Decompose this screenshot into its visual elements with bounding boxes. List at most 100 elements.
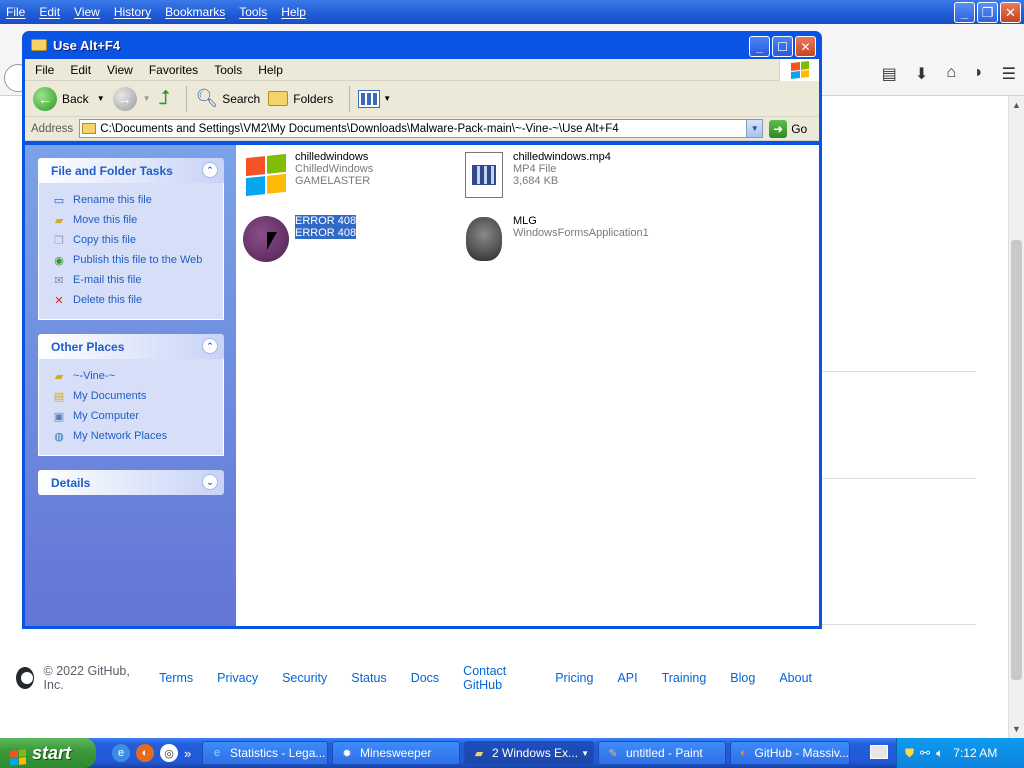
browser-restore-button[interactable]: ❐ xyxy=(977,2,998,23)
toolbar-separator xyxy=(349,85,351,112)
footer-link-terms[interactable]: Terms xyxy=(159,671,193,685)
folders-label: Folders xyxy=(293,91,334,106)
address-input[interactable]: C:\Documents and Settings\VM2\My Documen… xyxy=(79,119,764,138)
clock[interactable]: 7:12 AM xyxy=(953,746,997,760)
browser-menu-view[interactable]: View xyxy=(74,5,100,19)
file-list: chilledwindows ChilledWindows GAMELASTER… xyxy=(236,145,819,626)
browser-menu-history[interactable]: History xyxy=(114,5,151,19)
footer-link-docs[interactable]: Docs xyxy=(411,671,439,685)
collapse-icon[interactable]: ⌃ xyxy=(202,338,218,354)
forward-button[interactable]: → ▼ xyxy=(112,86,151,111)
footer-link-api[interactable]: API xyxy=(617,671,637,685)
home-icon[interactable]: ⌂ xyxy=(946,64,956,84)
explorer-close-button[interactable]: ✕ xyxy=(795,36,816,57)
pocket-icon[interactable]: ◗ xyxy=(974,64,984,84)
menu-file[interactable]: File xyxy=(35,63,54,77)
browser-menu-edit[interactable]: Edit xyxy=(39,5,60,19)
system-tray: ⛊ ⚯ 🔈︎ 7:12 AM xyxy=(896,738,1024,768)
views-button[interactable]: ▼ xyxy=(358,89,391,108)
keyboard-icon[interactable] xyxy=(870,745,888,759)
place-vine-folder[interactable]: ▰ ~-Vine-~ xyxy=(51,366,223,386)
browser-scrollbar[interactable]: ▲ ▼ xyxy=(1008,96,1024,738)
volume-icon[interactable]: 🔈︎ xyxy=(936,746,943,761)
footer-link-training[interactable]: Training xyxy=(662,671,707,685)
taskbar-button-paint[interactable]: ✎ untitled - Paint xyxy=(598,741,726,765)
task-delete[interactable]: ✕ Delete this file xyxy=(51,290,223,310)
email-icon: ✉ xyxy=(54,274,64,287)
menu-icon[interactable]: ☰ xyxy=(1002,64,1016,84)
taskbar-button-label: Minesweeper xyxy=(360,746,432,760)
back-button[interactable]: ← Back ▼ xyxy=(33,86,105,111)
chrome-icon[interactable]: ◎ xyxy=(160,744,178,762)
place-my-documents[interactable]: ▤ My Documents xyxy=(51,386,223,406)
menu-help[interactable]: Help xyxy=(258,63,283,77)
footer-link-pricing[interactable]: Pricing xyxy=(555,671,593,685)
browser-minimize-button[interactable]: _ xyxy=(954,2,975,23)
security-shield-icon[interactable]: ⛊ xyxy=(905,746,914,761)
file-error-408[interactable]: ERROR 408 ERROR 408 xyxy=(242,215,357,263)
scrollbar-thumb[interactable] xyxy=(1011,240,1022,680)
task-move[interactable]: ▰ Move this file xyxy=(51,210,223,230)
footer-link-about[interactable]: About xyxy=(779,671,812,685)
task-rename[interactable]: ▭ Rename this file xyxy=(51,190,223,210)
file-mlg[interactable]: MLG WindowsFormsApplication1 xyxy=(460,215,649,263)
taskbar-button-statistics[interactable]: e Statistics - Lega... xyxy=(202,741,328,765)
start-label: start xyxy=(32,742,72,763)
file-chilledwindows-mp4[interactable]: chilledwindows.mp4 MP4 File 3,684 KB xyxy=(460,151,611,199)
address-label: Address xyxy=(31,122,74,135)
task-publish[interactable]: ◉ Publish this file to the Web xyxy=(51,250,223,270)
reader-icon[interactable]: ▤ xyxy=(882,64,897,84)
browser-menu-file[interactable]: File xyxy=(6,5,25,19)
footer-link-blog[interactable]: Blog xyxy=(730,671,755,685)
file-chilledwindows[interactable]: chilledwindows ChilledWindows GAMELASTER xyxy=(242,151,373,199)
browser-menu-help[interactable]: Help xyxy=(281,5,306,19)
footer-link-status[interactable]: Status xyxy=(351,671,386,685)
go-button[interactable]: ➜ Go xyxy=(769,119,807,138)
panel-title: File and Folder Tasks xyxy=(51,163,173,178)
footer-link-privacy[interactable]: Privacy xyxy=(217,671,258,685)
taskbar-button-minesweeper[interactable]: ✹ Minesweeper xyxy=(332,741,460,765)
download-icon[interactable]: ⬇ xyxy=(915,64,928,84)
place-my-computer[interactable]: ▣ My Computer xyxy=(51,406,223,426)
place-label: My Documents xyxy=(73,390,147,402)
menu-view[interactable]: View xyxy=(107,63,133,77)
forward-dropdown-icon[interactable]: ▼ xyxy=(143,94,151,103)
network-icon[interactable]: ⚯ xyxy=(920,746,930,760)
folders-button[interactable]: Folders xyxy=(268,91,333,106)
panel-header[interactable]: Other Places ⌃ xyxy=(38,334,224,359)
taskbar-button-github[interactable]: ◐ GitHub - Massiv... xyxy=(730,741,850,765)
taskbar-button-windows-explorer[interactable]: ▰ 2 Windows Ex... ▼ xyxy=(464,741,594,765)
back-dropdown-icon[interactable]: ▼ xyxy=(97,94,105,103)
browser-menu-tools[interactable]: Tools xyxy=(239,5,267,19)
explorer-minimize-button[interactable]: _ xyxy=(749,36,770,57)
task-copy[interactable]: ❐ Copy this file xyxy=(51,230,223,250)
footer-link-security[interactable]: Security xyxy=(282,671,327,685)
collapse-icon[interactable]: ⌃ xyxy=(202,162,218,178)
place-network[interactable]: ◍ My Network Places xyxy=(51,426,223,446)
menu-tools[interactable]: Tools xyxy=(214,63,242,77)
views-dropdown-icon[interactable]: ▼ xyxy=(383,94,391,103)
github-logo-icon[interactable] xyxy=(16,667,34,689)
task-email[interactable]: ✉ E-mail this file xyxy=(51,270,223,290)
start-button[interactable]: start xyxy=(0,738,96,768)
menu-edit[interactable]: Edit xyxy=(70,63,91,77)
firefox-icon[interactable]: ◐ xyxy=(136,744,154,762)
footer-link-contact[interactable]: Contact GitHub xyxy=(463,664,531,692)
quick-launch-expand-icon[interactable]: » xyxy=(184,746,191,761)
browser-close-button[interactable]: ✕ xyxy=(1000,2,1021,23)
toolbar-separator xyxy=(186,85,188,112)
address-dropdown-icon[interactable]: ▼ xyxy=(746,120,763,137)
scroll-down-icon[interactable]: ▼ xyxy=(1012,724,1021,734)
scroll-up-icon[interactable]: ▲ xyxy=(1012,100,1021,110)
up-folder-button[interactable]: ⮥ xyxy=(159,87,171,110)
menu-favorites[interactable]: Favorites xyxy=(149,63,198,77)
forward-arrow-icon: → xyxy=(112,86,137,111)
panel-header[interactable]: File and Folder Tasks ⌃ xyxy=(38,158,224,183)
search-button[interactable]: 🔍︎ Search xyxy=(195,88,260,109)
ie-icon[interactable]: e xyxy=(112,744,130,762)
explorer-titlebar[interactable]: Use Alt+F4 xyxy=(25,31,819,59)
panel-header[interactable]: Details ⌄ xyxy=(38,470,224,495)
browser-menu-bookmarks[interactable]: Bookmarks xyxy=(165,5,225,19)
expand-icon[interactable]: ⌄ xyxy=(202,474,218,490)
explorer-maximize-button[interactable]: ☐ xyxy=(772,36,793,57)
